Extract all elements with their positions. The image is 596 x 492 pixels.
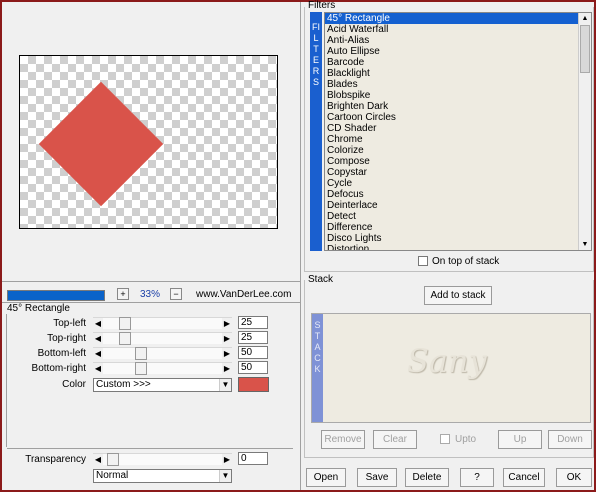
- filter-window: + 33% − www.VanDerLee.com 45° Rectangle …: [2, 0, 594, 490]
- color-label: Color: [62, 379, 86, 390]
- blend-mode-value: Normal: [96, 470, 129, 481]
- slider-thumb[interactable]: [107, 453, 119, 466]
- filter-list-item[interactable]: Blades: [325, 79, 591, 90]
- filter-list-item[interactable]: Barcode: [325, 57, 591, 68]
- slider-thumb[interactable]: [119, 332, 131, 345]
- filters-strip: FILTERS: [310, 12, 322, 251]
- param-value-input[interactable]: 25: [238, 331, 268, 344]
- add-to-stack-button[interactable]: Add to stack: [424, 286, 492, 305]
- filter-list-item[interactable]: CD Shader: [325, 123, 591, 134]
- slider-thumb[interactable]: [135, 362, 147, 375]
- scroll-thumb[interactable]: [580, 25, 590, 73]
- filter-title: 45° Rectangle: [7, 303, 70, 314]
- filter-list-item[interactable]: Defocus: [325, 189, 591, 200]
- stack-strip: STACK: [312, 314, 323, 422]
- on-top-checkbox[interactable]: [418, 256, 428, 266]
- transparency-input[interactable]: 0: [238, 452, 268, 465]
- chevron-left-icon[interactable]: ◀: [93, 454, 103, 466]
- chevron-right-icon[interactable]: ▶: [222, 454, 232, 466]
- chevron-left-icon[interactable]: ◀: [93, 318, 103, 330]
- clear-button[interactable]: Clear: [373, 430, 417, 449]
- param-label: Bottom-right: [31, 363, 86, 374]
- color-select[interactable]: Custom >>> ▼: [93, 378, 232, 392]
- slider-thumb[interactable]: [119, 317, 131, 330]
- filter-list-item[interactable]: Copystar: [325, 167, 591, 178]
- chevron-left-icon[interactable]: ◀: [93, 333, 103, 345]
- chevron-right-icon[interactable]: ▶: [222, 333, 232, 345]
- save-button[interactable]: Save: [357, 468, 397, 487]
- color-select-value: Custom >>>: [96, 379, 151, 390]
- filter-list-item[interactable]: Distortion: [325, 244, 591, 250]
- filter-list-item[interactable]: Blacklight: [325, 68, 591, 79]
- scroll-up-icon[interactable]: ▲: [579, 13, 591, 24]
- down-button[interactable]: Down: [548, 430, 592, 449]
- param-slider[interactable]: ◀ ▶: [93, 347, 232, 360]
- transparency-label: Transparency: [25, 454, 86, 465]
- filter-list-item[interactable]: Chrome: [325, 134, 591, 145]
- filter-list-item[interactable]: Blobspike: [325, 90, 591, 101]
- preview-canvas[interactable]: [19, 55, 278, 229]
- preview-shape: [38, 81, 164, 207]
- divider: [2, 281, 300, 282]
- watermark-signature: Sany: [407, 342, 487, 380]
- filter-list-item[interactable]: Compose: [325, 156, 591, 167]
- up-button[interactable]: Up: [498, 430, 542, 449]
- chevron-left-icon[interactable]: ◀: [93, 363, 103, 375]
- param-value-input[interactable]: 50: [238, 361, 268, 374]
- progress-bar: [7, 290, 105, 301]
- slider-thumb[interactable]: [135, 347, 147, 360]
- upto-checkbox[interactable]: [440, 434, 450, 444]
- stack-list[interactable]: STACK Sany: [311, 313, 591, 423]
- param-slider[interactable]: ◀ ▶: [93, 317, 232, 330]
- filter-list-item[interactable]: Disco Lights: [325, 233, 591, 244]
- filters-list[interactable]: 45° Rectangle Acid Waterfall Anti-Alias Aut…: [324, 12, 592, 251]
- param-value-input[interactable]: 50: [238, 346, 268, 359]
- ok-button[interactable]: OK: [556, 468, 592, 487]
- on-top-label: On top of stack: [432, 256, 500, 267]
- scrollbar[interactable]: ▲ ▼: [578, 13, 591, 250]
- filter-list-item[interactable]: Colorize: [325, 145, 591, 156]
- filter-list-item[interactable]: Brighten Dark: [325, 101, 591, 112]
- chevron-down-icon: ▼: [219, 379, 231, 391]
- blend-mode-select[interactable]: Normal ▼: [93, 469, 232, 483]
- color-swatch[interactable]: [238, 377, 269, 392]
- param-label: Top-right: [47, 333, 86, 344]
- param-label: Bottom-left: [37, 348, 86, 359]
- divider: [7, 448, 293, 449]
- filter-list-item[interactable]: Cycle: [325, 178, 591, 189]
- zoom-out-button[interactable]: −: [170, 288, 182, 300]
- cancel-button[interactable]: Cancel: [503, 468, 545, 487]
- filter-list-item[interactable]: Deinterlace: [325, 200, 591, 211]
- divider: [6, 314, 7, 447]
- chevron-left-icon[interactable]: ◀: [93, 348, 103, 360]
- param-label: Top-left: [53, 318, 86, 329]
- vanderlee-link[interactable]: www.VanDerLee.com: [196, 289, 291, 300]
- open-button[interactable]: Open: [306, 468, 346, 487]
- chevron-down-icon: ▼: [219, 470, 231, 482]
- transparency-slider[interactable]: ◀ ▶: [93, 453, 232, 466]
- filter-list-item[interactable]: Acid Waterfall: [325, 24, 591, 35]
- remove-button[interactable]: Remove: [321, 430, 365, 449]
- help-button[interactable]: ?: [460, 468, 494, 487]
- filter-list-item[interactable]: Difference: [325, 222, 591, 233]
- param-value-input[interactable]: 25: [238, 316, 268, 329]
- upto-label: Upto: [455, 434, 477, 445]
- chevron-right-icon[interactable]: ▶: [222, 348, 232, 360]
- filters-strip-label: FILTERS: [312, 22, 320, 87]
- filter-list-item[interactable]: 45° Rectangle: [325, 13, 591, 24]
- scroll-down-icon[interactable]: ▼: [579, 239, 591, 250]
- filter-list-item[interactable]: Detect: [325, 211, 591, 222]
- zoom-level: 33%: [140, 289, 161, 300]
- delete-button[interactable]: Delete: [405, 468, 449, 487]
- divider: [300, 2, 301, 490]
- param-slider[interactable]: ◀ ▶: [93, 332, 232, 345]
- chevron-right-icon[interactable]: ▶: [222, 363, 232, 375]
- filter-list-item[interactable]: Anti-Alias: [325, 35, 591, 46]
- filter-list-item[interactable]: Cartoon Circles: [325, 112, 591, 123]
- chevron-right-icon[interactable]: ▶: [222, 318, 232, 330]
- filter-list-item[interactable]: Auto Ellipse: [325, 46, 591, 57]
- stack-strip-label: STACK: [314, 320, 321, 374]
- zoom-in-button[interactable]: +: [117, 288, 129, 300]
- param-slider[interactable]: ◀ ▶: [93, 362, 232, 375]
